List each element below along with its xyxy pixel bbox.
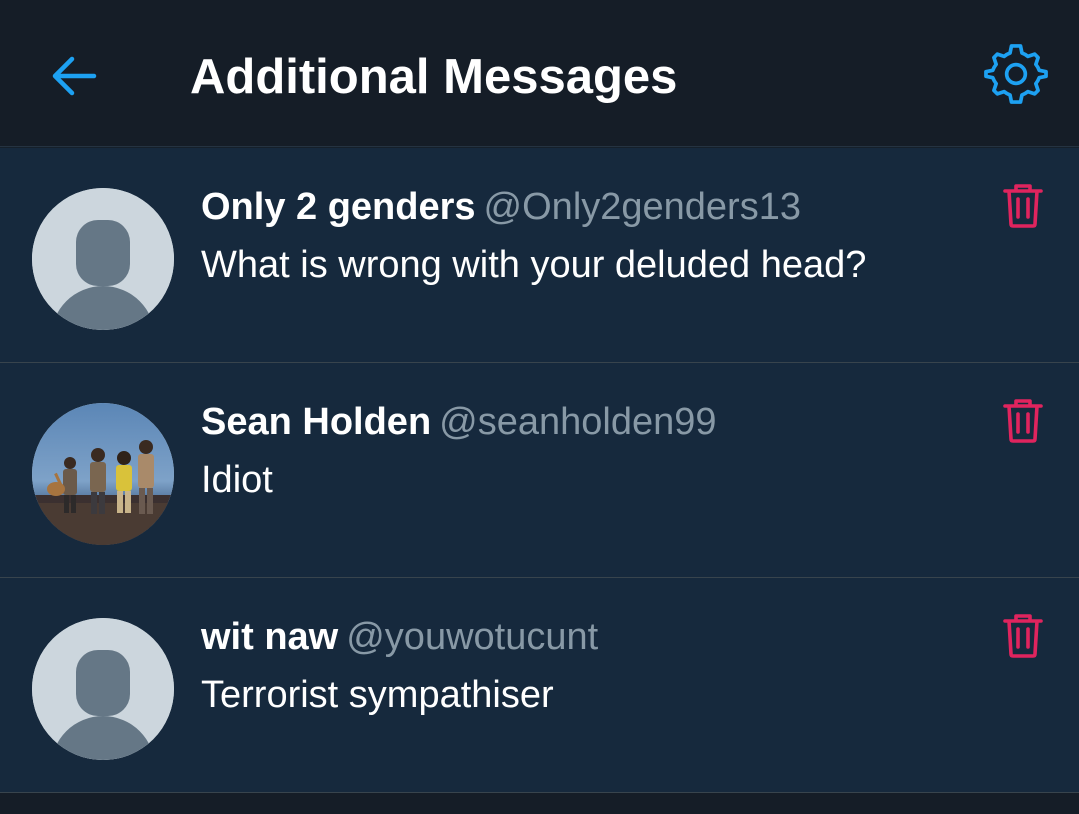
page-title: Additional Messages [190, 50, 678, 104]
photo-avatar[interactable] [32, 403, 174, 545]
message-text: Terrorist sympathiser [201, 674, 554, 716]
trash-icon [1003, 184, 1043, 228]
top-app-bar: Additional Messages [0, 0, 1079, 147]
message-row[interactable]: Sean Holden @seanholden99 Idiot [0, 363, 1079, 578]
message-row[interactable]: wit naw @youwotucunt Terrorist sympathise… [0, 578, 1079, 793]
trash-icon [1003, 614, 1043, 658]
delete-button[interactable] [996, 393, 1050, 447]
default-avatar[interactable] [32, 618, 174, 760]
arrow-left-icon [52, 56, 97, 96]
sender-handle[interactable]: @Only2genders13 [484, 186, 801, 228]
sender-name[interactable]: Sean Holden [201, 401, 431, 443]
message-header: wit naw @youwotucunt [201, 614, 598, 660]
sender-handle[interactable]: @seanholden99 [439, 401, 716, 443]
message-row[interactable]: Only 2 genders @Only2genders13 What is wr… [0, 148, 1079, 363]
message-header: Sean Holden @seanholden99 [201, 399, 717, 445]
settings-button[interactable] [982, 40, 1050, 108]
message-list: Only 2 genders @Only2genders13 What is wr… [0, 148, 1079, 793]
back-button[interactable] [44, 46, 104, 106]
message-text: Idiot [201, 459, 273, 501]
message-text: What is wrong with your deluded head? [201, 244, 867, 286]
sender-name[interactable]: Only 2 genders [201, 186, 476, 228]
message-header: Only 2 genders @Only2genders13 [201, 184, 801, 230]
bottom-bar [0, 793, 1079, 814]
delete-button[interactable] [996, 608, 1050, 662]
default-avatar[interactable] [32, 188, 174, 330]
sender-name[interactable]: wit naw [201, 616, 338, 658]
trash-icon [1003, 399, 1043, 443]
sender-handle[interactable]: @youwotucunt [346, 616, 598, 658]
gear-icon [984, 44, 1048, 104]
delete-button[interactable] [996, 178, 1050, 232]
